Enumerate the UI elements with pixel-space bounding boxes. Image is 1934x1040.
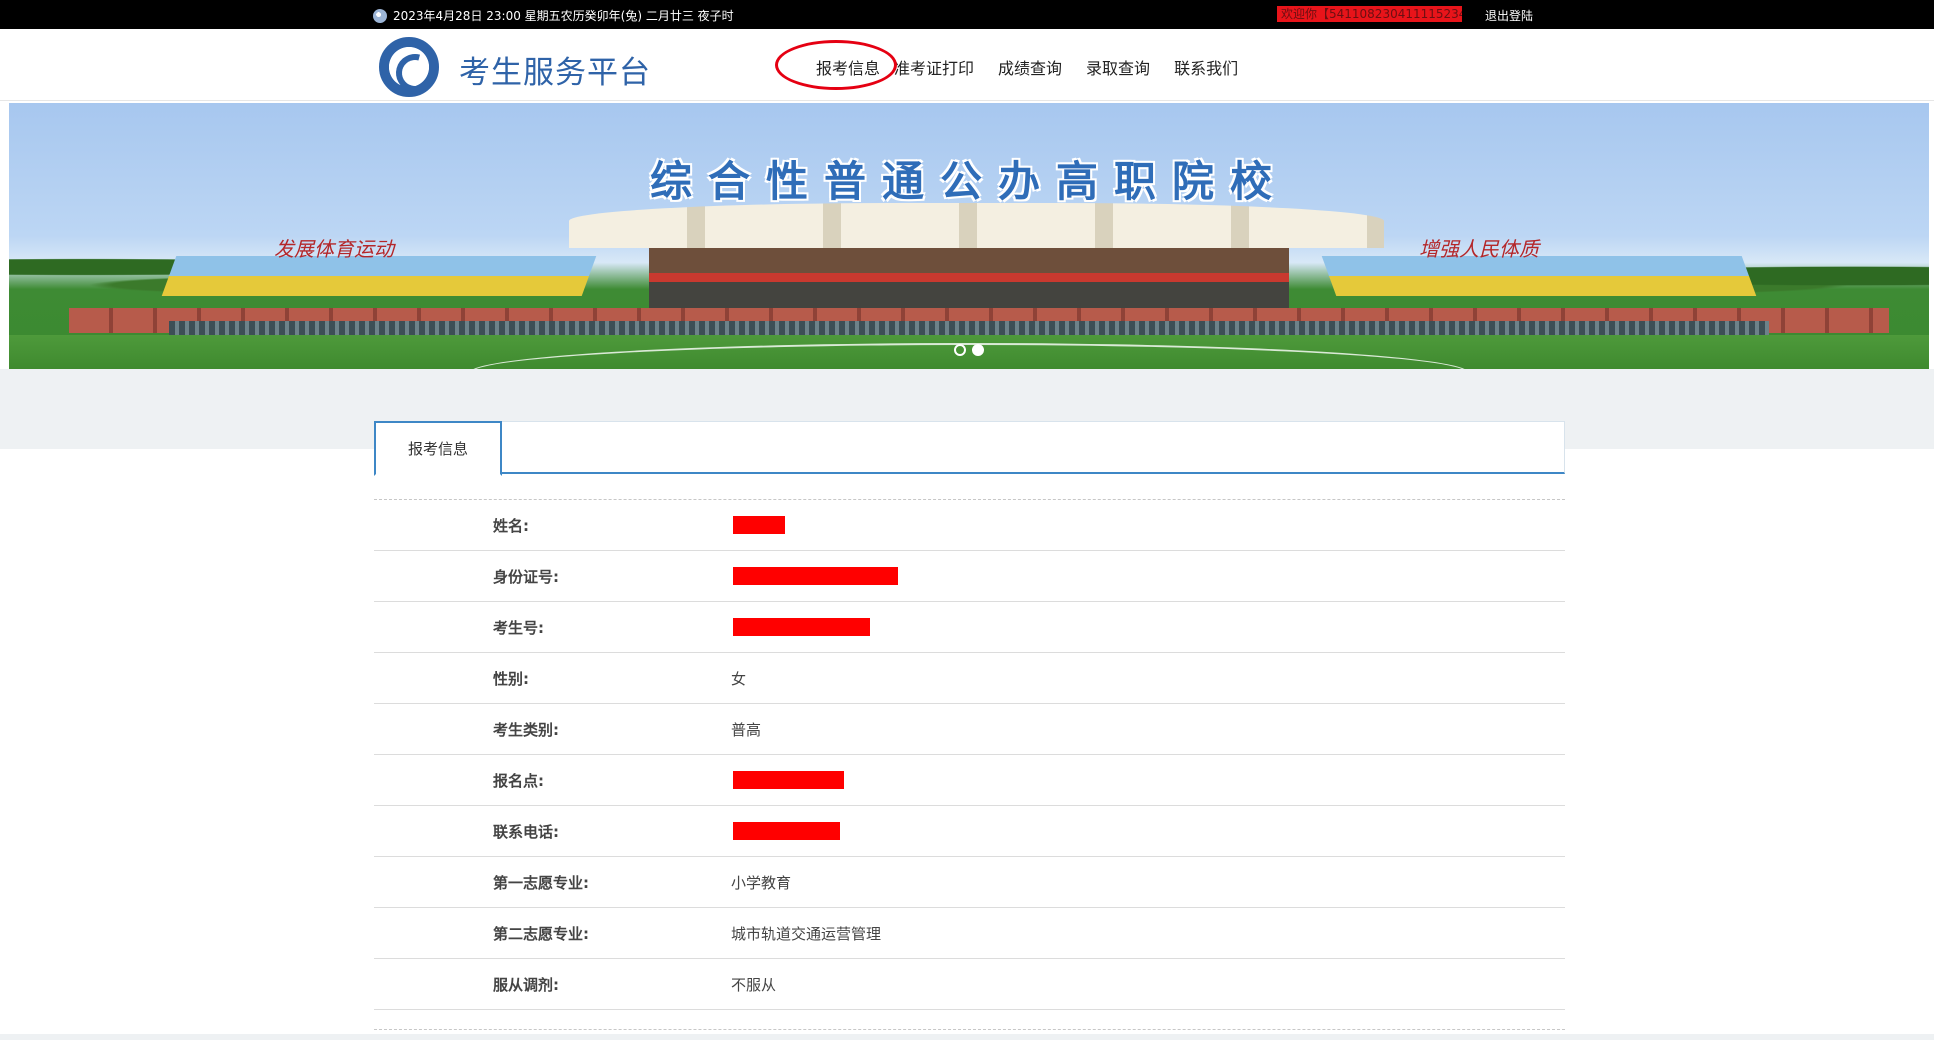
field-label: 联系电话:: [493, 822, 559, 841]
nav-item-application-info[interactable]: 报考信息: [816, 55, 880, 79]
nav-item-contact-us[interactable]: 联系我们: [1174, 55, 1238, 79]
redacted-value: [733, 567, 898, 585]
brand-title: 考生服务平台: [459, 55, 651, 91]
nav-item-score-query[interactable]: 成绩查询: [998, 55, 1062, 79]
table-row: 第一志愿专业: 小学教育: [374, 857, 1565, 908]
banner-carousel[interactable]: 综合性普通公办高职院校 发展体育运动 增强人民体质: [9, 103, 1929, 369]
table-row: 报名点:: [374, 755, 1565, 806]
banner-right-slogan: 增强人民体质: [1419, 237, 1539, 261]
date-text: 2023年4月28日 23:00 星期五农历癸卯年(兔) 二月廿三 夜子时: [393, 9, 734, 23]
carousel-dots: [954, 344, 984, 356]
tab-bar: 报考信息: [374, 421, 1565, 476]
field-value: 普高: [731, 720, 762, 739]
tab-application-info[interactable]: 报考信息: [374, 421, 502, 476]
redacted-value: [733, 771, 844, 789]
carousel-dot-2[interactable]: [972, 344, 984, 356]
field-value: 小学教育: [731, 873, 792, 892]
top-bar: 2023年4月28日 23:00 星期五农历癸卯年(兔) 二月廿三 夜子时 欢迎…: [0, 0, 1934, 29]
field-value: 城市轨道交通运营管理: [731, 924, 882, 943]
banner-stand-left: [161, 256, 597, 296]
nav-item-admission-ticket[interactable]: 准考证打印: [894, 55, 974, 79]
table-row: 考生号:: [374, 602, 1565, 653]
table-row: 性别: 女: [374, 653, 1565, 704]
table-row: 联系电话:: [374, 806, 1565, 857]
field-value: 女: [731, 669, 747, 688]
table-bottom-divider: [374, 1029, 1565, 1030]
logout-link[interactable]: 退出登陆: [1485, 7, 1533, 24]
redacted-value: [733, 618, 870, 636]
table-row: 考生类别: 普高: [374, 704, 1565, 755]
banner-stand-right: [1321, 256, 1757, 296]
field-value: 不服从: [731, 975, 777, 994]
field-label: 身份证号:: [493, 567, 559, 586]
table-row: 第二志愿专业: 城市轨道交通运营管理: [374, 908, 1565, 959]
field-label: 第一志愿专业:: [493, 873, 589, 892]
banner-stadium-roof: [569, 203, 1384, 248]
field-label: 考生号:: [493, 618, 544, 637]
globe-icon: [373, 8, 387, 23]
user-info-redacted: 欢迎你【5411082304111152348】: [1277, 6, 1462, 22]
field-label: 第二志愿专业:: [493, 924, 589, 943]
footer-band: [0, 1034, 1934, 1040]
date-display: 2023年4月28日 23:00 星期五农历癸卯年(兔) 二月廿三 夜子时: [373, 7, 734, 24]
table-row: 服从调剂: 不服从: [374, 959, 1565, 1010]
field-label: 考生类别:: [493, 720, 559, 739]
field-label: 姓名:: [493, 516, 529, 535]
carousel-dot-1[interactable]: [954, 344, 966, 356]
application-info-table: 姓名: 身份证号: 考生号: 性别: 女 考生类别: 普高 报名点: 联系电话:…: [374, 499, 1565, 1010]
field-label: 服从调剂:: [493, 975, 559, 994]
main-nav: 报考信息 准考证打印 成绩查询 录取查询 联系我们: [816, 55, 1238, 79]
school-logo: [379, 37, 439, 97]
site-header: 考生服务平台 报考信息 准考证打印 成绩查询 录取查询 联系我们: [0, 29, 1934, 101]
banner-title: 综合性普通公办高职院校: [649, 157, 1288, 206]
redacted-value: [733, 516, 785, 534]
table-row: 姓名:: [374, 500, 1565, 551]
nav-item-admission-query[interactable]: 录取查询: [1086, 55, 1150, 79]
redacted-value: [733, 822, 840, 840]
banner-stand-center: [649, 248, 1289, 310]
banner-left-slogan: 发展体育运动: [274, 237, 394, 261]
field-label: 报名点:: [493, 771, 544, 790]
table-row: 身份证号:: [374, 551, 1565, 602]
field-label: 性别:: [493, 669, 529, 688]
